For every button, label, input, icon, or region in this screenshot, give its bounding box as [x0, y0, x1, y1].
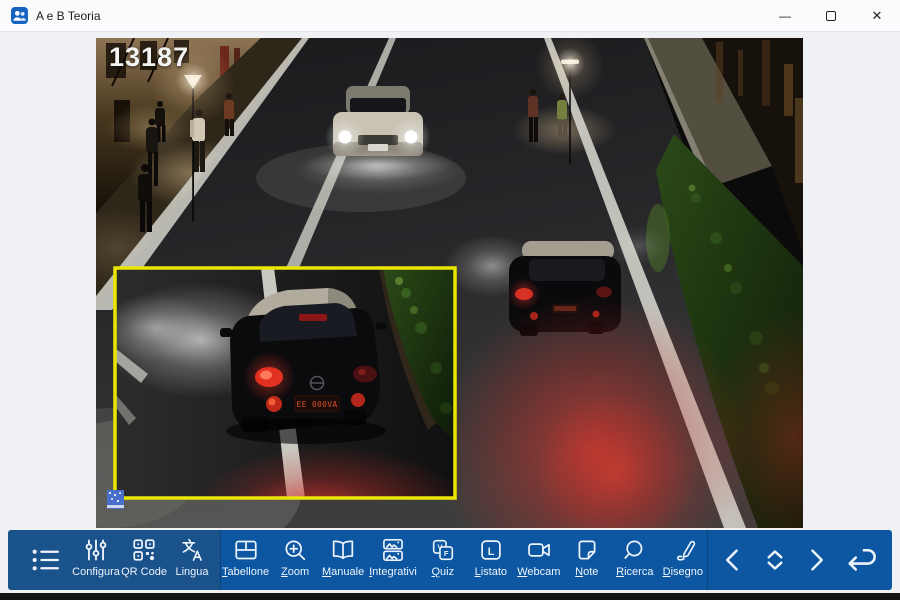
toolbar-button-lingua[interactable]: Lingua [168, 530, 216, 590]
toolbar-label: Webcam [517, 566, 560, 578]
toolbar-button-quiz[interactable]: V F Quiz [419, 530, 467, 590]
menu-list-icon [30, 546, 61, 574]
watermark-icon [107, 490, 124, 509]
svg-text:F: F [444, 549, 449, 558]
list-square-icon: L [478, 537, 504, 563]
scene-illustration: EE 000VA [96, 38, 803, 528]
board-grid-icon [233, 537, 259, 563]
minimize-button[interactable]: — [762, 0, 808, 31]
toolbar-button-qr-code[interactable]: QR Code [120, 530, 168, 590]
toolbar-button-note[interactable]: Note [563, 530, 611, 590]
close-button[interactable]: ✕ [854, 0, 900, 31]
translate-icon [179, 537, 205, 563]
highlight-inset: EE 000VA [96, 268, 466, 528]
question-number: 13187 [109, 42, 189, 73]
toolbar-label: Quiz [431, 566, 454, 578]
bottom-toolbar: Configura QR Code Lingua [8, 530, 892, 590]
toolbar-label: Disegno [663, 566, 703, 578]
note-icon [574, 537, 600, 563]
window-bottom-edge [0, 593, 900, 600]
toolbar-label: Note [575, 566, 598, 578]
toolbar-label: Listato [475, 566, 507, 578]
toolbar-main-group: Tabellone Zoom Manuale Integrativi [220, 530, 707, 590]
close-icon: ✕ [872, 8, 883, 24]
toolbar-label: Manuale [322, 566, 364, 578]
toolbar-button-ricerca[interactable]: Ricerca [611, 530, 659, 590]
toolbar-button-listato[interactable]: L Listato [467, 530, 515, 590]
maximize-button[interactable] [808, 0, 854, 31]
toolbar-label: Integrativi [369, 566, 417, 578]
minimize-icon: — [779, 9, 791, 23]
toolbar-label: QR Code [121, 566, 167, 578]
toolbar-label: Configura [72, 566, 120, 578]
previous-question-button[interactable] [718, 545, 748, 575]
true-false-icon: V F [430, 537, 456, 563]
qr-code-icon [131, 537, 157, 563]
return-button[interactable] [843, 543, 881, 577]
search-icon [622, 537, 648, 563]
draw-pen-icon [670, 537, 696, 563]
toolbar-left-group: Configura QR Code Lingua [8, 530, 220, 590]
toolbar-button-integrativi[interactable]: Integrativi [367, 530, 419, 590]
toolbar-button-tabellone[interactable]: Tabellone [220, 530, 271, 590]
menu-button[interactable] [18, 530, 72, 590]
toolbar-button-zoom[interactable]: Zoom [271, 530, 319, 590]
maximize-icon [826, 11, 836, 21]
title-bar: A e B Teoria — ✕ [0, 0, 900, 32]
toolbar-button-disegno[interactable]: Disegno [659, 530, 707, 590]
open-book-icon [330, 537, 356, 563]
window-controls: — ✕ [762, 0, 900, 31]
expand-button[interactable] [760, 545, 790, 575]
zoom-in-icon [282, 537, 308, 563]
license-plate: EE 000VA [297, 400, 338, 409]
webcam-icon [526, 537, 552, 563]
sliders-icon [83, 537, 109, 563]
app-people-icon [11, 7, 28, 24]
toolbar-button-webcam[interactable]: Webcam [515, 530, 563, 590]
toolbar-button-manuale[interactable]: Manuale [319, 530, 367, 590]
svg-text:L: L [487, 546, 494, 558]
return-arrow-icon [843, 543, 881, 577]
chevron-right-icon [801, 545, 831, 575]
next-question-button[interactable] [801, 545, 831, 575]
window-title: A e B Teoria [36, 9, 101, 23]
toolbar-label: Tabellone [222, 566, 269, 578]
toolbar-nav-group [707, 530, 892, 590]
toolbar-button-configura[interactable]: Configura [72, 530, 120, 590]
toolbar-label: Zoom [281, 566, 309, 578]
chevron-left-icon [718, 545, 748, 575]
toolbar-label: Ricerca [616, 566, 653, 578]
question-image: EE 000VA 13187 [96, 38, 803, 528]
chevron-up-down-icon [760, 545, 790, 575]
toolbar-label: Lingua [175, 566, 208, 578]
images-stack-icon [380, 537, 406, 563]
